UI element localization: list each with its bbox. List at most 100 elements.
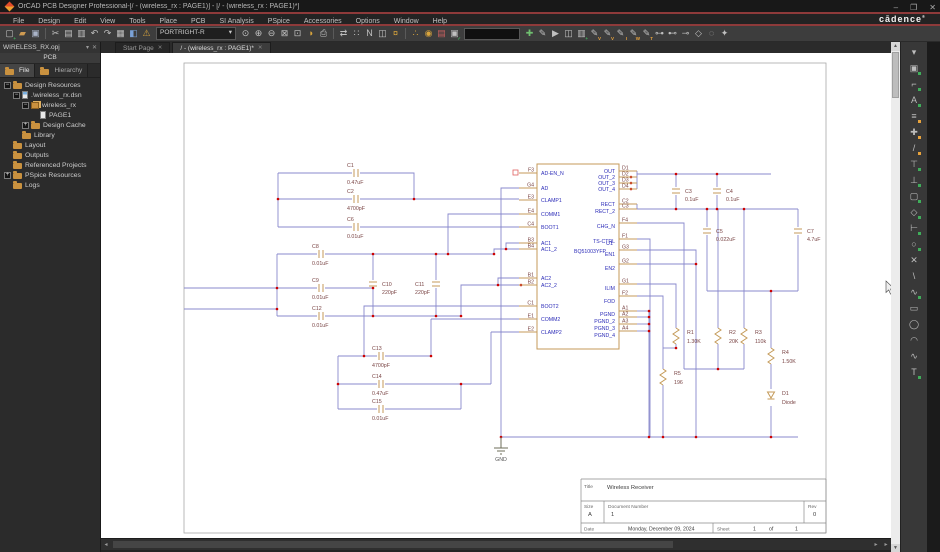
cut-icon[interactable]: ✂ — [49, 26, 62, 41]
menu-help[interactable]: Help — [426, 18, 454, 25]
tree-item--wireless-rx-dsn[interactable]: − .\wireless_rx.dsn — [0, 90, 100, 100]
menu-accessories[interactable]: Accessories — [297, 18, 349, 25]
menu-pcb[interactable]: PCB — [184, 18, 212, 25]
view-results-icon[interactable]: ◫ — [562, 26, 575, 41]
schematic-canvas-area[interactable]: U1 BQ51003YFP F3 AD-EN_N G4 AD E3 CLAMP1 E4 COMM1… — [101, 53, 891, 539]
redo-icon[interactable]: ↷ — [101, 26, 114, 41]
zoom-out-icon[interactable]: ⊖ — [265, 26, 278, 41]
component-C15[interactable]: C15 0.01uF — [372, 399, 389, 422]
component-R1[interactable]: R1 1.30K — [672, 327, 701, 345]
settings-icon[interactable]: ✦ — [718, 26, 731, 41]
collapse-icon[interactable]: − — [22, 101, 29, 109]
more-tools-icon[interactable]: ▾ — [907, 45, 922, 60]
component-R5[interactable]: R5 196 — [659, 368, 683, 386]
scroll-left-icon[interactable]: ◂ — [101, 541, 111, 548]
paste-icon[interactable]: ▥ — [75, 26, 88, 41]
menu-design[interactable]: Design — [31, 18, 67, 25]
tree-item-pspice-resources[interactable]: + PSpice Resources — [0, 170, 100, 180]
component-C14[interactable]: C14 0.47uF — [372, 374, 389, 397]
menu-si-analysis[interactable]: SI Analysis — [212, 18, 260, 25]
netlist-icon[interactable]: N — [363, 26, 376, 41]
doc-tab-start-page[interactable]: Start Page ✕ — [115, 42, 171, 53]
scroll-up-icon[interactable]: ▲ — [891, 42, 900, 51]
menu-window[interactable]: Window — [387, 18, 426, 25]
place-text-icon[interactable]: T — [907, 365, 922, 380]
place-part-icon[interactable]: ▣ — [907, 61, 922, 76]
tree-item-wireless-rx[interactable]: − wireless_rx — [0, 100, 100, 110]
menu-view[interactable]: View — [93, 18, 122, 25]
place-rectangle-icon[interactable]: ▭ — [907, 301, 922, 316]
assign-power-icon[interactable]: ◉ — [422, 26, 435, 41]
tree-item-design-cache[interactable]: + Design Cache — [0, 120, 100, 130]
ic-U1[interactable]: U1BQ51003YFPF3AD-EN_NG4ADE3CLAMP1E4COMM1… — [512, 163, 637, 350]
menu-file[interactable]: File — [6, 18, 31, 25]
place-offpage-icon[interactable]: ○ — [907, 237, 922, 252]
tree-item-layout[interactable]: Layout — [0, 140, 100, 150]
tree-item-library[interactable]: Library — [0, 130, 100, 140]
component-C12[interactable]: C12 0.01uF — [312, 306, 329, 329]
restore-button[interactable]: ❐ — [910, 3, 917, 12]
expand-icon[interactable]: + — [22, 121, 29, 129]
window-select-icon[interactable]: ◧ — [127, 26, 140, 41]
component-R3[interactable]: R3 110k — [740, 327, 766, 345]
place-hier-port-icon[interactable]: ◇ — [907, 205, 922, 220]
netlist-view-icon[interactable]: ◫ — [376, 26, 389, 41]
place-bus-icon[interactable]: ≡ — [907, 109, 922, 124]
verify-doc-icon[interactable]: ▣ ✓ — [448, 26, 461, 41]
tree-item-design-resources[interactable]: − Design Resources — [0, 80, 100, 90]
edit-simulation-icon[interactable]: ✎ — [536, 26, 549, 41]
zoom-all-icon[interactable]: ⊡ — [291, 26, 304, 41]
marker-b-icon[interactable]: ⊷ — [666, 26, 679, 41]
command-search-input[interactable] — [464, 27, 520, 40]
run-simulation-icon[interactable]: ▶ — [549, 26, 562, 41]
scroll-down-icon[interactable]: ▼ — [891, 544, 900, 552]
component-R2[interactable]: R2 20K — [714, 327, 739, 345]
part-manager-icon[interactable]: ∴ — [409, 26, 422, 41]
panel-collapse-icon[interactable]: ▾ — [86, 44, 89, 51]
save-document-icon[interactable]: ▣ — [29, 26, 42, 41]
place-hier-block-icon[interactable]: ▢ — [907, 189, 922, 204]
component-C6[interactable]: C6 0.01uF — [347, 217, 364, 240]
tree-item-logs[interactable]: Logs — [0, 180, 100, 190]
scroll-right2-icon[interactable]: ▸ — [881, 541, 891, 548]
schematic-wires[interactable] — [184, 171, 799, 438]
place-line-icon[interactable]: \ — [907, 269, 922, 284]
place-polyline-icon[interactable]: ∿ — [907, 285, 922, 300]
doc-tab-schematic[interactable]: / - (wireless_rx : PAGE1)* ✕ — [172, 42, 271, 53]
component-C2[interactable]: C2 4700pF — [347, 189, 366, 212]
place-junction-icon[interactable]: ✚ — [907, 125, 922, 140]
collapse-icon[interactable]: − — [13, 91, 20, 99]
component-D1[interactable]: D1 Diode — [766, 391, 796, 406]
component-C9[interactable]: C9 0.01uF — [312, 278, 329, 301]
component-C5[interactable]: C5 0.022uF — [703, 228, 736, 243]
collapse-icon[interactable]: − — [4, 81, 11, 89]
tab-close-icon[interactable]: ✕ — [258, 45, 263, 51]
zoom-in-icon[interactable]: ⊕ — [252, 26, 265, 41]
place-hier-pin-icon[interactable]: ⊢ — [907, 221, 922, 236]
vertical-scrollbar[interactable]: ▲ ▼ — [891, 42, 900, 552]
place-bus-entry-icon[interactable]: / — [907, 141, 922, 156]
menu-pspice[interactable]: PSpice — [261, 18, 297, 25]
vertical-scroll-thumb[interactable] — [892, 52, 899, 98]
power-probe-icon[interactable]: ✎ W — [627, 26, 640, 41]
expand-icon[interactable]: + — [4, 171, 11, 179]
place-ground-icon[interactable]: ⊥ — [907, 173, 922, 188]
component-C1[interactable]: C1 0.47uF — [347, 163, 364, 186]
new-simulation-icon[interactable]: ✚ — [523, 26, 536, 41]
part-selector[interactable]: PORTRIGHT-R ▾ — [156, 27, 236, 40]
fixup-pointer-icon[interactable]: ⚠ — [140, 26, 153, 41]
update-cache-icon[interactable]: ⇄ — [337, 26, 350, 41]
horizontal-scrollbar[interactable]: ◂ ▸ ▸ — [101, 538, 891, 551]
component-R4[interactable]: R4 1.50K — [767, 347, 796, 365]
search-icon[interactable]: ⊙ — [239, 26, 252, 41]
color-settings-icon[interactable]: ◑ — [304, 26, 317, 41]
gnd-symbol[interactable]: GND — [494, 437, 508, 463]
place-net-alias-icon[interactable]: A — [907, 93, 922, 108]
minimize-button[interactable]: – — [894, 3, 898, 12]
place-wire-icon[interactable]: ⌐ — [907, 77, 922, 92]
component-C13[interactable]: C13 4700pF — [372, 346, 391, 369]
place-no-connect-icon[interactable]: ✕ — [907, 253, 922, 268]
voltage-probe-icon[interactable]: ✎ V — [588, 26, 601, 41]
tree-item-page1[interactable]: PAGE1 — [0, 110, 100, 120]
menu-place[interactable]: Place — [153, 18, 185, 25]
